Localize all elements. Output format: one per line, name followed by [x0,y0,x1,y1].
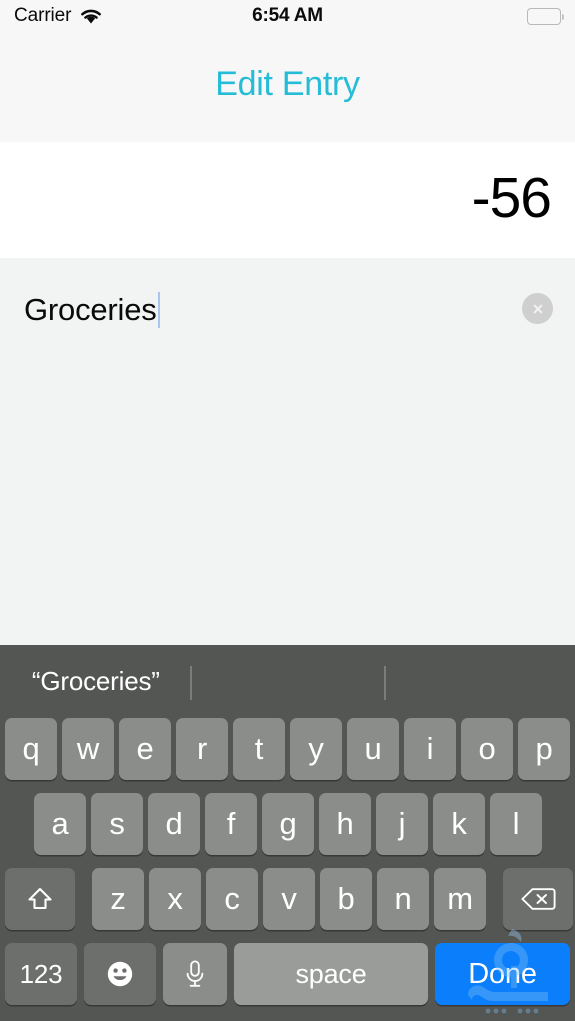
note-area: Groceries [0,258,575,645]
keyboard-row-2: a s d f g h j k l [0,793,575,855]
key-i[interactable]: i [404,718,456,780]
note-input-value[interactable]: Groceries [24,292,157,328]
battery-icon [527,7,564,25]
amount-row[interactable]: -56 [0,142,575,258]
autocorrect-suggestion-bar: “Groceries” [0,645,575,718]
space-key[interactable]: space [234,943,428,1005]
key-o[interactable]: o [461,718,513,780]
keyboard-row-4: 123 space Done [0,943,575,1005]
key-l[interactable]: l [490,793,542,855]
key-a[interactable]: a [34,793,86,855]
navigation-bar: Edit Entry [0,32,575,142]
key-g[interactable]: g [262,793,314,855]
key-h[interactable]: h [319,793,371,855]
key-v[interactable]: v [263,868,315,930]
emoji-smiley-icon [104,958,136,990]
microphone-icon [183,958,207,990]
key-u[interactable]: u [347,718,399,780]
key-n[interactable]: n [377,868,429,930]
key-e[interactable]: e [119,718,171,780]
key-f[interactable]: f [205,793,257,855]
key-q[interactable]: q [5,718,57,780]
status-bar: Carrier 6:54 AM [0,0,575,32]
clear-text-button[interactable] [522,293,553,324]
suggestion-divider [190,666,192,700]
key-x[interactable]: x [149,868,201,930]
done-key[interactable]: Done [435,943,570,1005]
key-b[interactable]: b [320,868,372,930]
shift-up-arrow-icon [25,884,55,914]
text-caret [157,292,161,328]
battery-cap [561,13,564,20]
numeric-mode-key[interactable]: 123 [5,943,77,1005]
key-r[interactable]: r [176,718,228,780]
emoji-key[interactable] [84,943,156,1005]
backspace-key[interactable] [503,868,573,930]
note-input-row[interactable]: Groceries [0,280,575,340]
note-input[interactable]: Groceries [24,292,161,328]
key-k[interactable]: k [433,793,485,855]
key-d[interactable]: d [148,793,200,855]
key-t[interactable]: t [233,718,285,780]
phone-screen: Carrier 6:54 AM Edit Entry -56 Groceries… [0,0,575,1021]
key-j[interactable]: j [376,793,428,855]
dictation-key[interactable] [163,943,227,1005]
suggestion-divider [384,666,386,700]
page-title: Edit Entry [215,64,360,103]
status-bar-clock: 6:54 AM [252,5,323,26]
amount-value[interactable]: -56 [472,165,575,235]
keyboard-row-3: z x c v b n m [0,868,575,930]
shift-key[interactable] [5,868,75,930]
status-bar-right [527,7,564,25]
key-y[interactable]: y [290,718,342,780]
key-p[interactable]: p [518,718,570,780]
key-z[interactable]: z [92,868,144,930]
key-c[interactable]: c [206,868,258,930]
backspace-delete-icon [520,886,556,912]
suggestion-item-0[interactable]: “Groceries” [0,666,192,697]
onscreen-keyboard: “Groceries” q w e r t y u i o p a s d f … [0,645,575,1021]
keyboard-row-1: q w e r t y u i o p [0,718,575,780]
key-w[interactable]: w [62,718,114,780]
key-s[interactable]: s [91,793,143,855]
key-m[interactable]: m [434,868,486,930]
